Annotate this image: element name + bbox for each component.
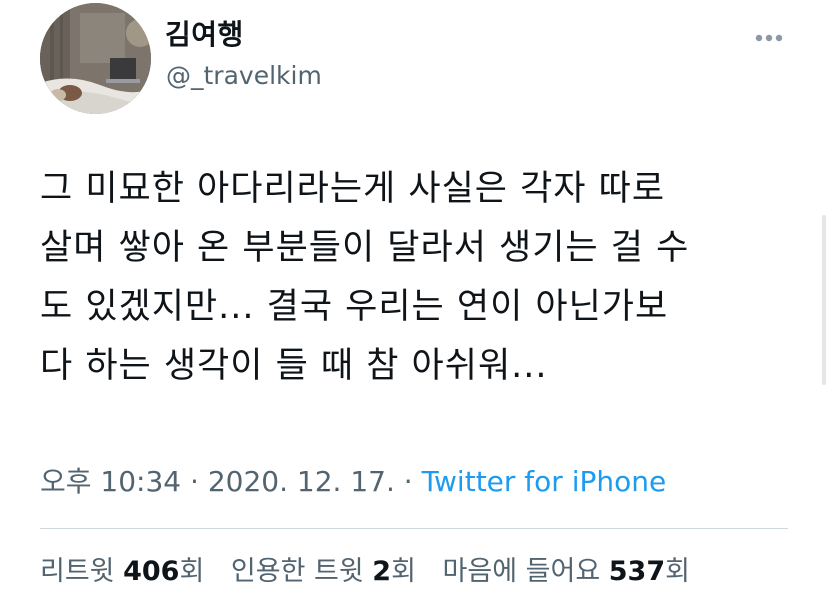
avatar-photo	[40, 3, 151, 114]
more-horizontal-icon	[755, 34, 783, 42]
divider	[40, 528, 788, 529]
tweet-card: 김여행 @_travelkim 그 미묘한 아다리라는게 사실은 각자 따로 살…	[0, 0, 828, 603]
quotes-count: 2	[372, 556, 392, 587]
quotes-stat[interactable]: 인용한 트윗 2회	[231, 556, 416, 587]
tweet-source-link[interactable]: Twitter for iPhone	[422, 465, 667, 498]
likes-label: 마음에 들어요	[442, 556, 609, 587]
quotes-label: 인용한 트윗	[230, 556, 373, 587]
avatar[interactable]	[40, 3, 151, 114]
tweet-meta: 오후 10:34 · 2020. 12. 17. · Twitter for i…	[40, 464, 666, 500]
tweet-text-line: 다 하는 생각이 들 때 참 아쉬워...	[40, 346, 548, 386]
meta-separator: ·	[394, 465, 422, 498]
tweet-text-line: 그 미묘한 아다리라는게 사실은 각자 따로	[40, 169, 666, 209]
meta-separator: ·	[181, 465, 208, 498]
retweets-stat[interactable]: 리트윗 406회	[40, 556, 204, 587]
tweet-text-line: 도 있겠지만... 결국 우리는 연이 아닌가보	[40, 287, 669, 327]
likes-stat[interactable]: 마음에 들어요 537회	[443, 556, 690, 587]
likes-unit: 회	[665, 556, 690, 587]
retweets-unit: 회	[179, 556, 205, 587]
likes-count: 537	[608, 556, 666, 587]
quotes-unit: 회	[391, 556, 416, 587]
retweets-count: 406	[123, 556, 180, 587]
tweet-date[interactable]: 2020. 12. 17.	[208, 465, 395, 498]
tweet-text-line: 살며 쌓아 온 부분들이 달라서 생기는 걸 수	[40, 228, 690, 268]
retweets-label: 리트윗	[40, 556, 124, 587]
tweet-time[interactable]: 오후 10:34	[40, 465, 181, 498]
tweet-stats: 리트윗 406회 인용한 트윗 2회 마음에 들어요 537회	[40, 554, 708, 590]
more-options-button[interactable]	[750, 26, 790, 50]
user-handle[interactable]: @_travelkim	[166, 60, 322, 92]
tweet-text: 그 미묘한 아다리라는게 사실은 각자 따로 살며 쌓아 온 부분들이 달라서 …	[40, 160, 810, 396]
display-name[interactable]: 김여행	[165, 18, 244, 52]
scrollbar[interactable]	[822, 215, 826, 385]
